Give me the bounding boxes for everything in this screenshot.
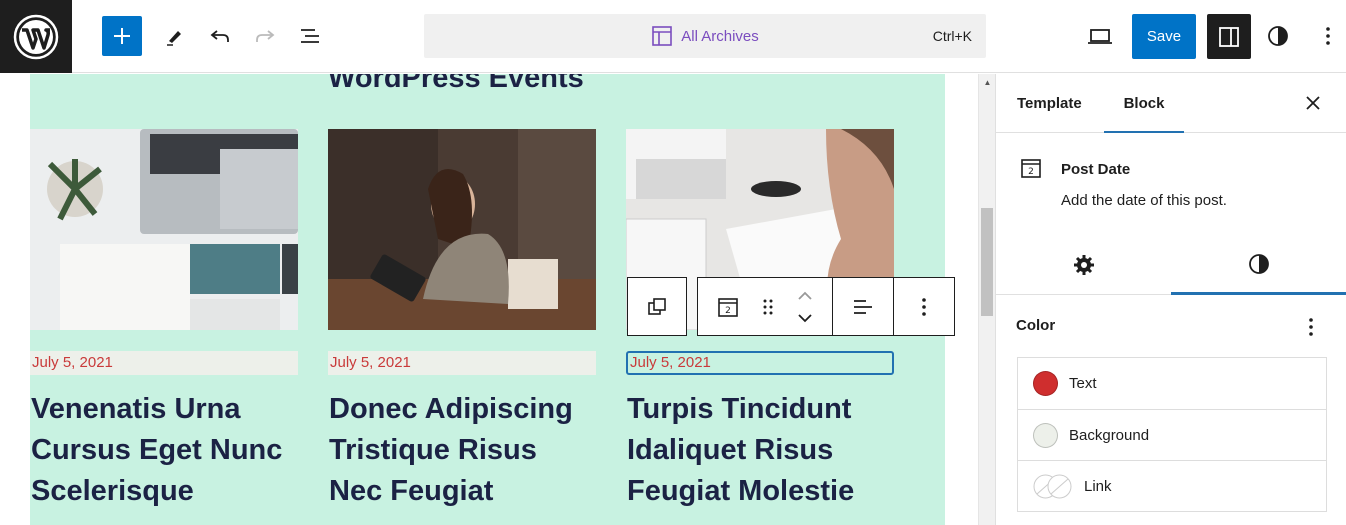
featured-image[interactable] <box>328 129 596 330</box>
document-title-label: All Archives <box>681 27 759 45</box>
undo-button[interactable] <box>200 16 240 56</box>
save-button[interactable]: Save <box>1132 14 1196 59</box>
scroll-thumb[interactable] <box>981 208 993 316</box>
post-date-selected[interactable]: July 5, 2021 <box>626 351 894 375</box>
close-icon <box>1306 96 1320 110</box>
sidebar-icon <box>1219 26 1239 47</box>
block-card-title: Post Date <box>1061 161 1131 178</box>
block-controls-group: 2 <box>697 277 833 336</box>
color-item-background[interactable]: Background <box>1018 409 1326 460</box>
move-buttons[interactable] <box>778 278 832 335</box>
post-title[interactable]: Donec Adipiscing Tristique Risus Nec Feu… <box>328 389 596 512</box>
shortcut-hint: Ctrl+K <box>932 28 972 44</box>
desk-photo <box>30 129 298 330</box>
tab-settings[interactable] <box>996 235 1171 295</box>
contrast-icon <box>1268 26 1288 46</box>
duplicate-icon <box>648 297 666 315</box>
woman-tablet-photo <box>328 129 596 330</box>
wordpress-logo[interactable] <box>0 0 72 73</box>
tools-button[interactable] <box>155 16 195 56</box>
tab-block[interactable]: Block <box>1104 74 1184 133</box>
color-item-label: Link <box>1084 477 1112 495</box>
post-item[interactable]: July 5, 2021 Donec Adipiscing Tristique … <box>328 129 596 512</box>
more-vertical-icon <box>1326 27 1330 45</box>
drag-handle[interactable] <box>758 278 778 335</box>
redo-button[interactable] <box>245 16 285 56</box>
select-parent-button[interactable] <box>628 278 686 335</box>
plus-icon <box>114 28 130 44</box>
color-options-button[interactable] <box>1301 315 1321 339</box>
color-swatch <box>1033 371 1058 396</box>
block-card-description: Add the date of this post. <box>1061 192 1227 209</box>
align-left-icon <box>854 299 872 314</box>
color-item-text[interactable]: Text <box>1018 358 1326 409</box>
editor-header: All Archives Ctrl+K Save <box>0 0 1346 73</box>
contrast-icon <box>1248 253 1269 274</box>
color-item-label: Background <box>1069 426 1150 444</box>
color-swatch <box>1033 422 1058 448</box>
sidebar-tabs: Template Block <box>996 74 1346 133</box>
alignment-group <box>833 277 894 336</box>
document-title: All Archives <box>651 25 759 47</box>
post-date[interactable]: July 5, 2021 <box>30 351 298 375</box>
list-view-button[interactable] <box>290 16 330 56</box>
move-up-down-icon <box>798 291 812 322</box>
options-group <box>894 277 955 336</box>
command-palette-bar[interactable]: All Archives Ctrl+K <box>424 14 986 58</box>
calendar-icon: 2 <box>1020 157 1042 184</box>
desktop-icon <box>1088 29 1112 44</box>
color-item-label: Text <box>1069 375 1097 392</box>
undo-icon <box>210 30 229 42</box>
options-button[interactable] <box>1308 16 1346 56</box>
tab-styles[interactable] <box>1171 235 1346 295</box>
post-title[interactable]: Turpis Tincidunt Idaliquet Risus Feugiat… <box>626 389 894 512</box>
close-sidebar-button[interactable] <box>1302 92 1324 114</box>
post-title[interactable]: Venenatis Urna Cursus Eget Nunc Sceleris… <box>30 389 298 512</box>
svg-text:2: 2 <box>725 306 731 316</box>
more-vertical-icon <box>1309 318 1313 336</box>
parent-selector-group <box>627 277 687 336</box>
block-type-button[interactable]: 2 <box>698 278 758 335</box>
settings-toggle-button[interactable] <box>1207 14 1251 59</box>
preview-device-button[interactable] <box>1080 16 1120 56</box>
list-view-icon <box>301 29 319 43</box>
tab-template[interactable]: Template <box>1017 74 1082 133</box>
calendar-icon: 2 <box>718 297 738 317</box>
block-options-button[interactable] <box>894 278 954 335</box>
add-block-button[interactable] <box>102 16 142 56</box>
template-icon <box>652 26 673 46</box>
featured-image[interactable] <box>30 129 298 330</box>
settings-sidebar: Template Block 2 Post Date Add the date … <box>995 74 1346 525</box>
more-vertical-icon <box>922 297 926 316</box>
color-item-link[interactable]: Link <box>1018 460 1326 511</box>
post-date[interactable]: July 5, 2021 <box>328 351 596 375</box>
inspector-tabs <box>996 235 1346 295</box>
color-list: Text Background Link <box>1017 357 1327 512</box>
styles-button[interactable] <box>1258 16 1298 56</box>
redo-icon <box>256 30 275 42</box>
pencil-icon <box>167 31 181 46</box>
gear-icon <box>1073 255 1094 275</box>
block-card: 2 Post Date Add the date of this post. <box>996 134 1346 224</box>
svg-text:2: 2 <box>1028 167 1034 177</box>
canvas-scrollbar[interactable]: ▲ <box>978 74 995 525</box>
editor-canvas[interactable]: WordPress Events July 5, 2021 Venenatis … <box>0 74 978 525</box>
link-swatch-icon <box>1033 474 1073 499</box>
section-heading[interactable]: WordPress Events <box>328 74 584 95</box>
scroll-up-arrow-icon[interactable]: ▲ <box>979 74 996 91</box>
post-item[interactable]: July 5, 2021 Venenatis Urna Cursus Eget … <box>30 129 298 512</box>
block-toolbar: 2 <box>627 277 955 336</box>
align-text-button[interactable] <box>833 278 893 335</box>
wordpress-icon <box>13 14 59 59</box>
drag-handle-icon <box>763 299 773 314</box>
color-panel-heading: Color <box>1016 317 1056 334</box>
